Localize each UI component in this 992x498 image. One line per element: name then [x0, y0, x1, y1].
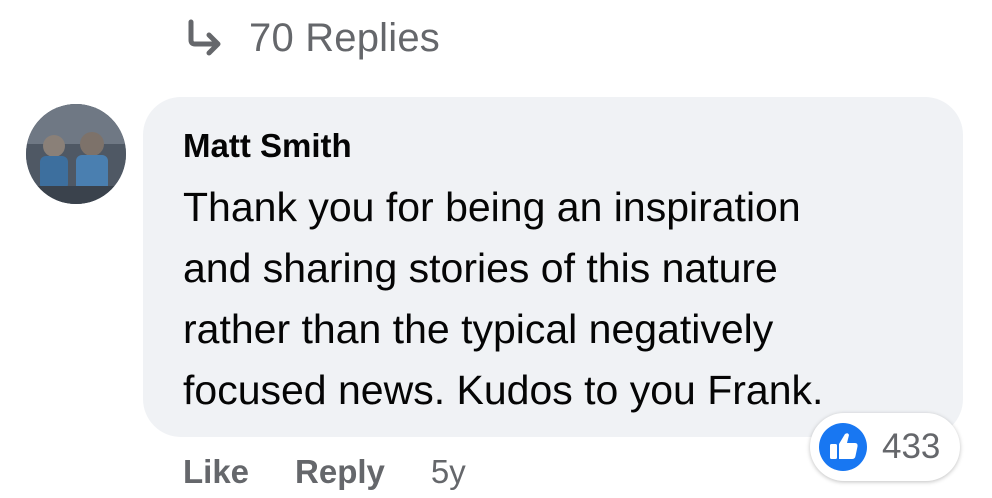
- comment-text: Thank you for being an inspiration and s…: [183, 177, 923, 421]
- comment-thread: 70 Replies Matt Smith Thank you for bein…: [0, 0, 992, 498]
- reactions-summary[interactable]: 433: [810, 413, 960, 481]
- comment-actions: Like Reply 5y: [183, 448, 466, 496]
- comment-author[interactable]: Matt Smith: [183, 127, 352, 165]
- comment-bubble: Matt Smith Thank you for being an inspir…: [143, 97, 963, 437]
- replies-count-label[interactable]: 70 Replies: [249, 16, 440, 61]
- comment-line: Thank you for being an inspiration: [183, 184, 801, 230]
- comment-line: rather than the typical negatively: [183, 306, 774, 352]
- comment-timestamp[interactable]: 5y: [431, 453, 466, 491]
- comment-line: focused news. Kudos to you Frank.: [183, 367, 824, 413]
- reaction-count: 433: [882, 427, 941, 466]
- avatar-image: [26, 104, 126, 204]
- avatar[interactable]: [26, 104, 126, 204]
- reply-button[interactable]: Reply: [295, 453, 385, 491]
- comment-line: and sharing stories of this nature: [183, 245, 778, 291]
- reply-arrow-icon: [188, 19, 221, 56]
- like-button[interactable]: Like: [183, 453, 249, 491]
- like-reaction-icon: [819, 423, 867, 471]
- view-replies-link[interactable]: 70 Replies: [183, 14, 440, 62]
